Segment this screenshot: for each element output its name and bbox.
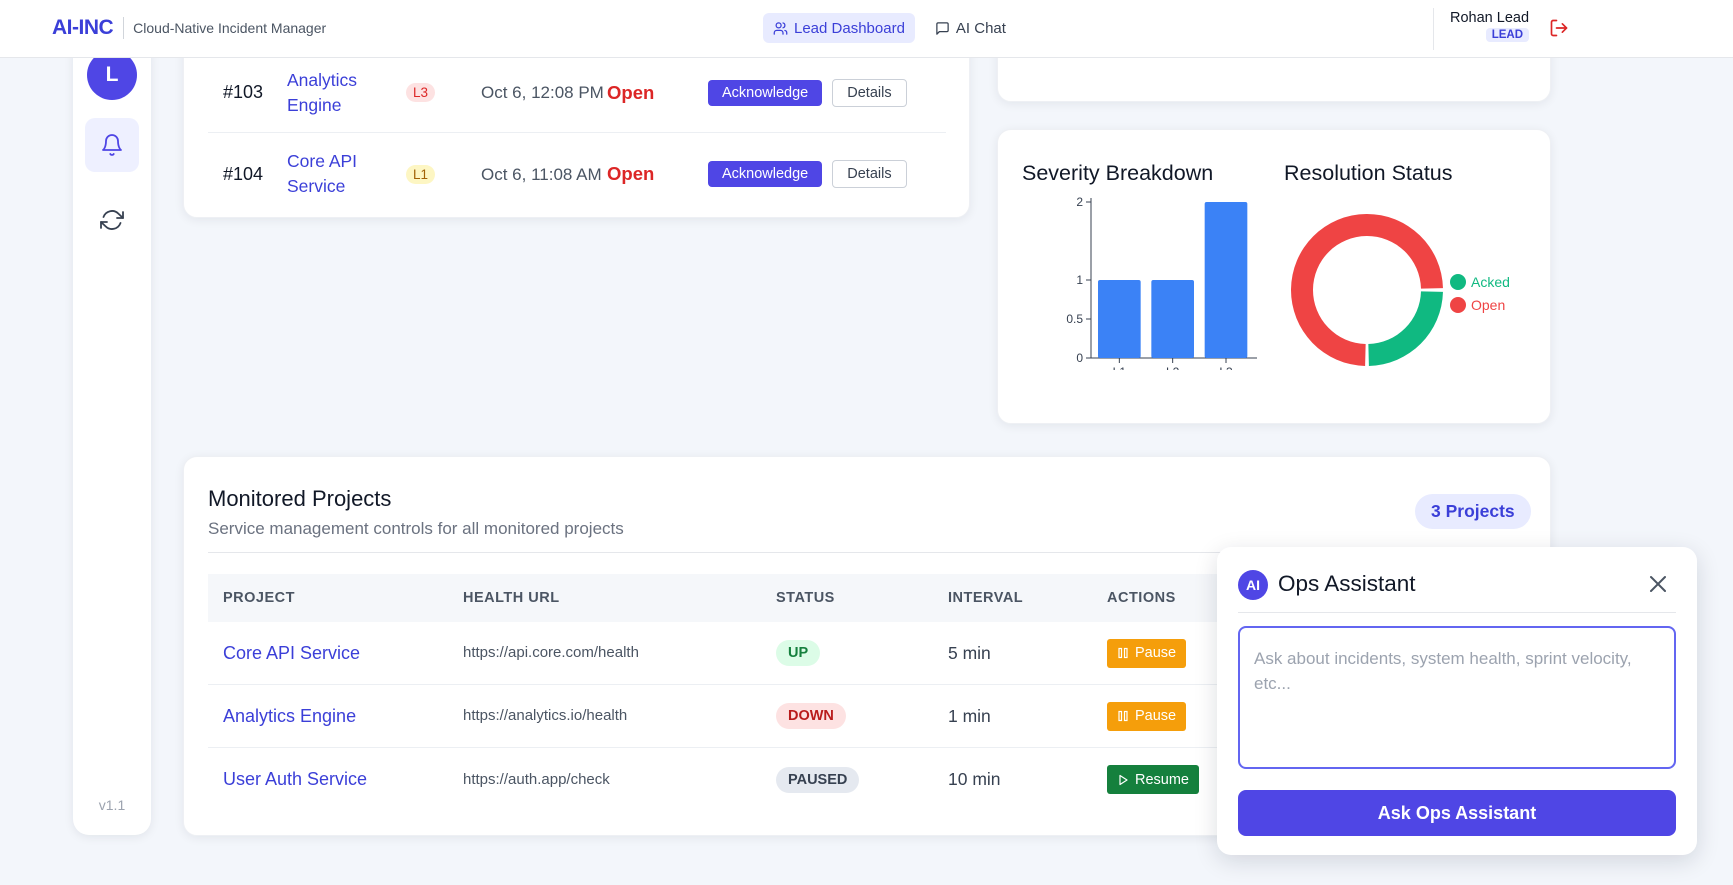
project-name-link[interactable]: Core API Service <box>223 643 360 663</box>
incident-service-link[interactable]: Core API Service <box>275 149 406 199</box>
x-tick-label: L1 <box>1113 365 1127 370</box>
brand-subtitle: Cloud-Native Incident Manager <box>133 20 327 36</box>
severity-badge: L1 <box>406 164 436 184</box>
acknowledge-button[interactable]: Acknowledge <box>708 161 823 187</box>
ask-assistant-button[interactable]: Ask Ops Assistant <box>1238 790 1676 836</box>
projects-title: Monitored Projects <box>208 486 392 511</box>
divider <box>1238 612 1676 613</box>
column-header: HEALTH URL <box>463 590 560 606</box>
rail-alerts-button[interactable] <box>85 118 139 172</box>
health-url: https://api.core.com/health <box>463 644 639 661</box>
project-name-link[interactable]: User Auth Service <box>223 769 367 789</box>
ops-assistant-panel: AI Ops Assistant Ask Ops Assistant <box>1217 547 1697 855</box>
legend-label: Open <box>1471 297 1505 313</box>
status-badge: DOWN <box>776 703 846 729</box>
incident-id: #103 <box>223 82 264 102</box>
tab-ai-chat[interactable]: AI Chat <box>925 13 1016 43</box>
legend-marker <box>1450 297 1466 313</box>
y-tick-label: 0 <box>1076 351 1083 365</box>
column-header: INTERVAL <box>948 590 1024 606</box>
donut-slice <box>1368 291 1443 366</box>
incident-row: #104 Core API Service L1 Oct 6, 11:08 AM… <box>208 134 946 214</box>
resolution-donut-chart: Acked Open <box>1291 214 1510 366</box>
y-tick-label: 2 <box>1076 195 1083 209</box>
assistant-input[interactable] <box>1238 626 1676 769</box>
interval: 5 min <box>948 642 991 663</box>
brand-logo[interactable]: AI-INC <box>52 16 114 40</box>
resolution-chart-title: Resolution Status <box>1284 161 1453 185</box>
x-tick-label: L2 <box>1166 365 1180 370</box>
project-name-link[interactable]: Analytics Engine <box>223 706 356 726</box>
details-button[interactable]: Details <box>832 160 907 188</box>
rail-refresh-button[interactable] <box>85 193 139 247</box>
users-icon <box>773 21 788 35</box>
logout-icon[interactable] <box>1549 18 1569 38</box>
column-header: STATUS <box>776 590 835 606</box>
severity-bar-chart: 0 0.5 1 2 L1 L2 L3 <box>1066 195 1257 370</box>
incident-status: Open <box>607 163 655 184</box>
brand-divider <box>123 17 125 39</box>
projects-count-badge: 3 Projects <box>1415 494 1531 529</box>
severity-chart-title: Severity Breakdown <box>1022 161 1214 185</box>
y-tick-label: 0.5 <box>1066 312 1083 326</box>
user-name: Rohan Lead <box>1450 10 1530 26</box>
pause-button[interactable]: Pause <box>1107 638 1187 668</box>
interval: 1 min <box>948 705 991 726</box>
resume-button[interactable]: Resume <box>1107 765 1199 794</box>
incident-row: #103 Analytics Engine L3 Oct 6, 12:08 PM… <box>208 53 946 133</box>
tab-label: AI Chat <box>955 19 1006 37</box>
x-tick-label: L3 <box>1219 365 1233 370</box>
tab-label: Lead Dashboard <box>794 19 905 37</box>
incident-time: Oct 6, 12:08 PM <box>481 83 604 102</box>
projects-subtitle: Service management controls for all moni… <box>208 519 624 538</box>
status-badge: PAUSED <box>776 766 860 793</box>
bar <box>1204 202 1248 358</box>
column-header: PROJECT <box>223 590 295 606</box>
pause-button[interactable]: Pause <box>1107 701 1187 731</box>
charts-card: Severity Breakdown Resolution Status 0 0.… <box>997 129 1551 424</box>
incident-time: Oct 6, 11:08 AM <box>481 164 602 184</box>
bar <box>1151 280 1194 358</box>
user-role-badge: LEAD <box>1485 28 1530 42</box>
close-icon[interactable] <box>1646 572 1670 596</box>
resume-label: Resume <box>1135 771 1189 788</box>
y-tick-label: 1 <box>1076 273 1083 287</box>
play-icon <box>1119 774 1128 785</box>
refresh-icon <box>100 210 124 230</box>
severity-badge: L3 <box>406 83 436 102</box>
top-header: AI-INC Cloud-Native Incident Manager Lea… <box>0 0 1733 58</box>
health-url: https://analytics.io/health <box>463 707 628 724</box>
pause-label: Pause <box>1135 645 1177 661</box>
pause-icon <box>1118 647 1128 659</box>
incident-id: #104 <box>223 163 264 184</box>
pause-icon <box>1118 710 1128 722</box>
interval: 10 min <box>948 769 1001 789</box>
chat-icon <box>936 21 949 35</box>
incident-status: Open <box>607 81 655 103</box>
details-button[interactable]: Details <box>832 78 907 107</box>
app-version: v1.1 <box>98 797 126 813</box>
health-url: https://auth.app/check <box>463 770 610 788</box>
assistant-title: Ops Assistant <box>1278 571 1416 596</box>
bar <box>1098 280 1141 358</box>
status-badge: UP <box>776 640 821 666</box>
acknowledge-button[interactable]: Acknowledge <box>708 79 823 106</box>
ai-badge: AI <box>1238 570 1268 600</box>
user-info: Rohan Lead LEAD <box>1433 8 1530 50</box>
nav-tabs: Lead Dashboard AI Chat <box>763 13 1016 43</box>
legend-marker <box>1450 274 1466 290</box>
pause-label: Pause <box>1135 708 1177 724</box>
incident-service-link[interactable]: Analytics Engine <box>275 68 406 118</box>
brand: AI-INC Cloud-Native Incident Manager <box>52 16 326 40</box>
bell-icon <box>102 134 122 156</box>
legend-label: Acked <box>1471 274 1510 290</box>
left-rail: L v1.1 <box>73 40 151 835</box>
tab-lead-dashboard[interactable]: Lead Dashboard <box>763 13 915 43</box>
